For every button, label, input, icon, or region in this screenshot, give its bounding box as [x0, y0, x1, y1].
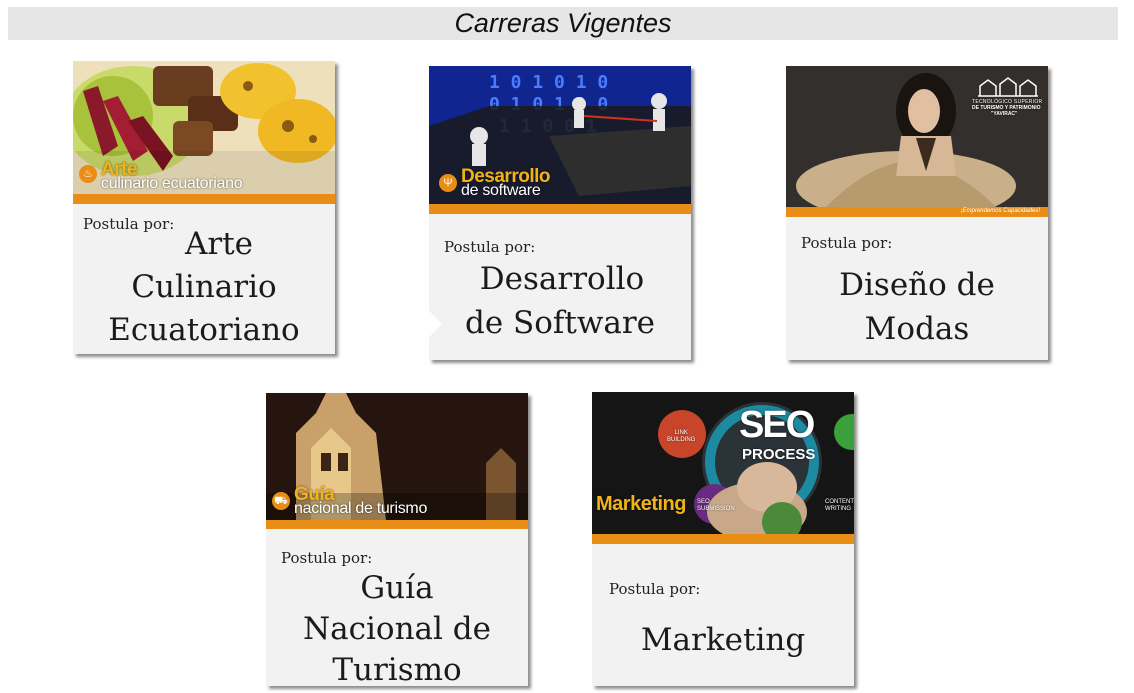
- fashion-image: TECNOLÓGICO SUPERIOR DE TURISMO Y PATRIM…: [786, 66, 1048, 207]
- career-line-2: de Software: [464, 305, 656, 341]
- career-line-2: Nacional de: [303, 611, 491, 647]
- accent-band: [429, 204, 691, 214]
- career-line-2: Modas: [864, 311, 970, 347]
- tourism-image: ⛟ Guía nacional de turismo: [266, 393, 528, 520]
- career-line-2: Culinario: [131, 269, 277, 305]
- career-card-diseno-modas[interactable]: TECNOLÓGICO SUPERIOR DE TURISMO Y PATRIM…: [786, 66, 1048, 360]
- image-subtitle: nacional de turismo: [294, 500, 428, 517]
- seo-big-text: SEO: [739, 404, 815, 446]
- postula-label: Postula por:: [801, 234, 893, 252]
- code-plug-icon: Ψ: [439, 174, 457, 192]
- career-line-1: Diseño de: [839, 267, 995, 303]
- institute-logo-line-3: "YAVIRAC": [991, 111, 1018, 117]
- career-line-3: Ecuatoriano: [108, 312, 300, 348]
- bubble-seo-submission: SEO SUBMISSION: [697, 499, 735, 512]
- image-subtitle: de software: [461, 182, 541, 199]
- bubble-content-writing: CONTENT WRITING: [825, 499, 854, 512]
- svg-text:1 0 1 0 1 0: 1 0 1 0 1 0: [489, 72, 608, 93]
- career-line-1: Arte: [184, 226, 253, 262]
- image-title: Marketing: [596, 493, 686, 515]
- marketing-image: LINK BUILDING SEO PROCESS SEO SUBMISSION C…: [592, 392, 854, 534]
- accent-band: [592, 534, 854, 544]
- building-logo-icon: [978, 76, 1038, 98]
- band-slogan: ¡Emprendemos Capacidades!: [960, 208, 1040, 214]
- seo-small-text: PROCESS: [742, 446, 816, 463]
- career-line-1: Desarrollo: [479, 261, 645, 297]
- career-card-desarrollo-software[interactable]: 1 0 1 0 1 0 0 1 0 1 1 0 1 1 0 0 1 Ψ Desa…: [429, 66, 691, 360]
- career-line-1: Guía: [360, 570, 434, 606]
- career-card-marketing[interactable]: LINK BUILDING SEO PROCESS SEO SUBMISSION C…: [592, 392, 854, 686]
- page-header: Carreras Vigentes: [8, 7, 1118, 40]
- career-card-guia-turismo[interactable]: ⛟ Guía nacional de turismo Postula por: …: [266, 393, 528, 686]
- chef-hat-icon: ♨: [79, 165, 97, 183]
- accent-band: [73, 194, 335, 204]
- software-image: 1 0 1 0 1 0 0 1 0 1 1 0 1 1 0 0 1 Ψ Desa…: [429, 66, 691, 204]
- page-title: Carreras Vigentes: [454, 8, 672, 38]
- accent-band: ¡Emprendemos Capacidades!: [786, 207, 1048, 217]
- postula-label: Postula por:: [609, 580, 701, 598]
- accent-band: [266, 520, 528, 529]
- career-line-3: Turismo: [332, 652, 462, 686]
- image-subtitle: culinario ecuatoriano: [101, 175, 243, 192]
- postula-label: Postula por:: [281, 549, 373, 567]
- career-line-1: Marketing: [640, 622, 806, 658]
- tour-bus-icon: ⛟: [272, 492, 290, 510]
- bubble-link-building: LINK BUILDING: [667, 430, 696, 443]
- postula-label: Postula por:: [444, 238, 536, 256]
- food-image: ♨ Arte culinario ecuatoriano: [73, 61, 335, 194]
- career-card-arte-culinario[interactable]: ♨ Arte culinario ecuatoriano Postula por…: [73, 61, 335, 354]
